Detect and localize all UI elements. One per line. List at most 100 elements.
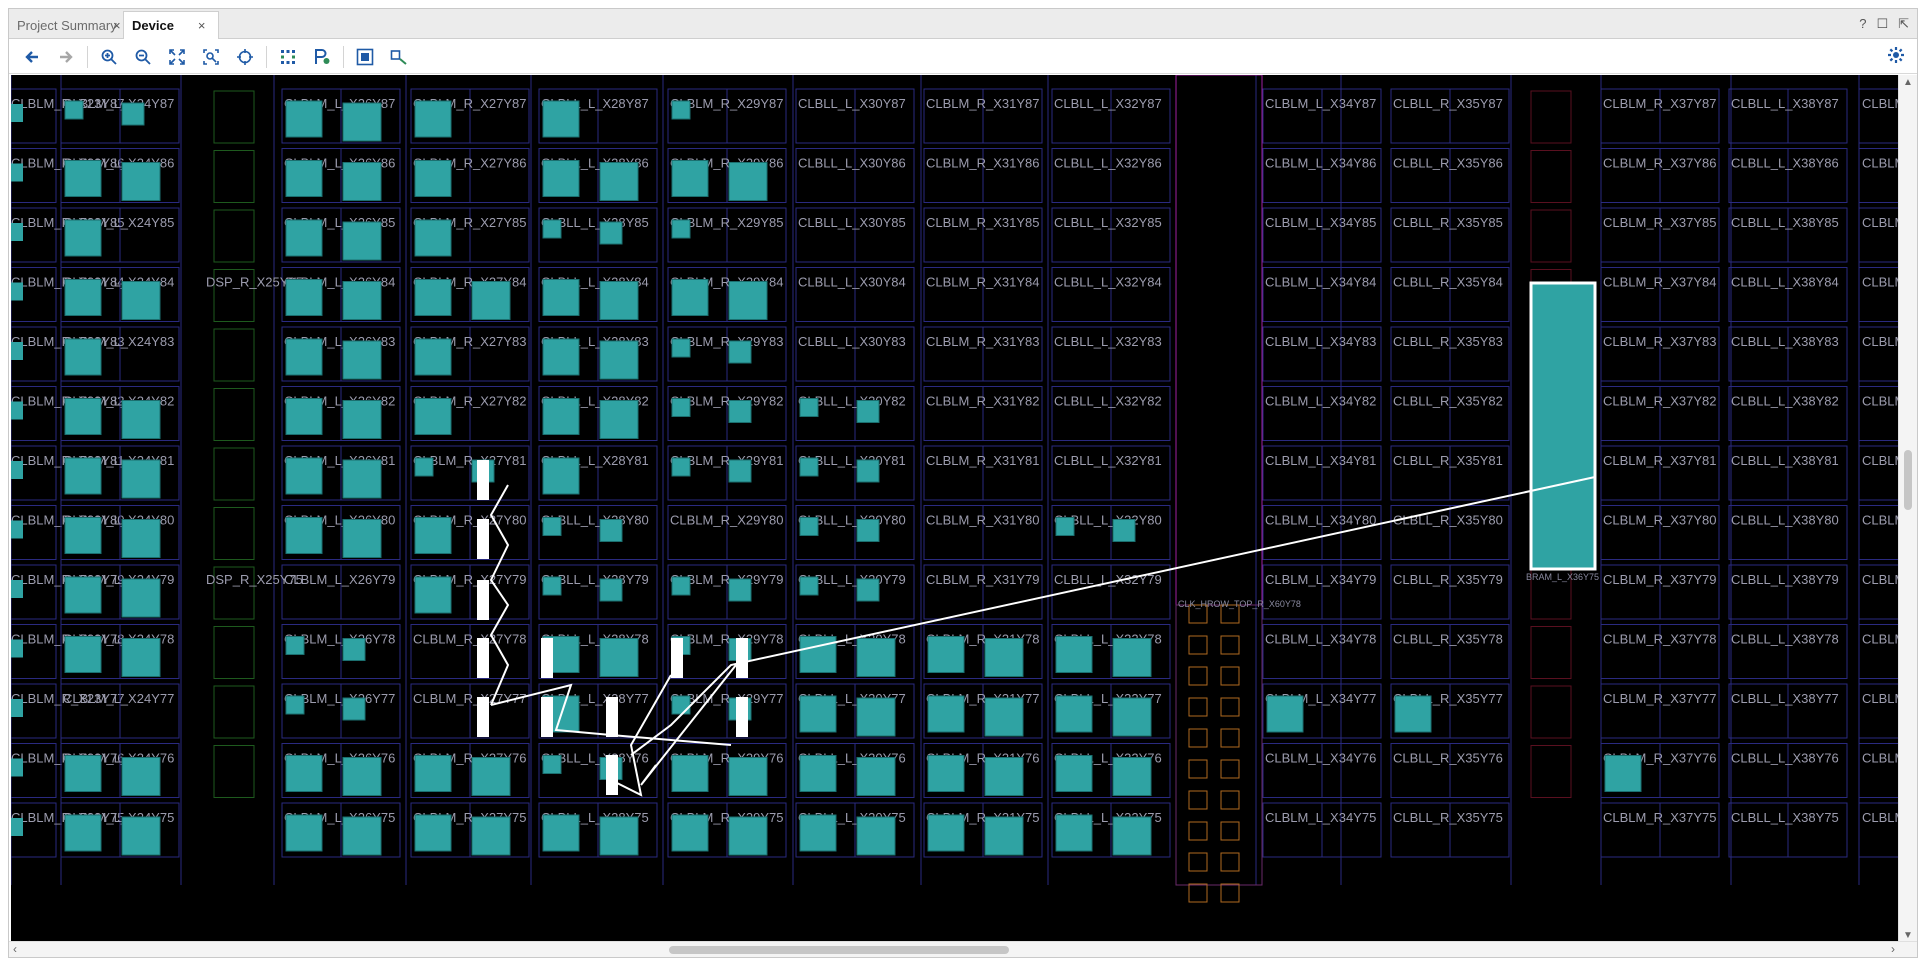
horizontal-scroll-thumb[interactable] bbox=[669, 946, 1009, 954]
placed-cell[interactable] bbox=[927, 636, 965, 673]
placed-cell[interactable] bbox=[64, 219, 102, 257]
placed-cell[interactable] bbox=[342, 400, 382, 439]
placed-cell[interactable] bbox=[984, 757, 1024, 796]
placed-cell[interactable] bbox=[64, 517, 102, 554]
placed-cell[interactable] bbox=[414, 160, 452, 197]
placed-cell[interactable] bbox=[542, 338, 580, 376]
placed-cell[interactable] bbox=[414, 398, 452, 435]
placed-cell[interactable] bbox=[1055, 695, 1093, 733]
placed-cell[interactable] bbox=[121, 816, 161, 856]
placed-cell[interactable] bbox=[728, 400, 752, 423]
placed-cell[interactable] bbox=[599, 638, 639, 677]
placed-cell[interactable] bbox=[11, 520, 23, 539]
placed-cell[interactable] bbox=[64, 576, 102, 614]
placed-cell[interactable] bbox=[121, 519, 161, 558]
placed-cell[interactable] bbox=[927, 814, 965, 852]
tab-device[interactable]: Device × bbox=[123, 11, 219, 39]
placed-cell[interactable] bbox=[799, 517, 819, 536]
placed-cell[interactable] bbox=[414, 457, 434, 477]
placed-cell[interactable] bbox=[927, 695, 965, 733]
placed-cell[interactable] bbox=[64, 755, 102, 792]
placed-cell[interactable] bbox=[11, 401, 23, 420]
placed-cell[interactable] bbox=[856, 816, 896, 856]
zoom-fit-icon[interactable] bbox=[164, 44, 190, 70]
selected-cell[interactable] bbox=[477, 697, 489, 737]
vertical-scrollbar[interactable]: ▲ ▼ bbox=[1898, 75, 1917, 943]
gear-icon[interactable] bbox=[1887, 46, 1905, 64]
placed-cell[interactable] bbox=[11, 163, 23, 182]
placed-cell[interactable] bbox=[11, 639, 23, 658]
placed-cell[interactable] bbox=[599, 400, 639, 439]
placed-cell[interactable] bbox=[671, 814, 709, 852]
placed-cell[interactable] bbox=[728, 281, 768, 320]
placed-cell[interactable] bbox=[121, 162, 161, 201]
placed-cell[interactable] bbox=[121, 459, 161, 499]
scroll-up-icon[interactable]: ▲ bbox=[1903, 77, 1913, 88]
placed-cell[interactable] bbox=[1394, 695, 1432, 733]
placed-cell[interactable] bbox=[671, 338, 691, 358]
placed-cell[interactable] bbox=[342, 697, 366, 721]
placed-cell[interactable] bbox=[285, 279, 323, 316]
placed-cell[interactable] bbox=[342, 757, 382, 796]
placed-cell[interactable] bbox=[856, 459, 880, 483]
placed-cell[interactable] bbox=[1112, 697, 1152, 737]
placed-cell[interactable] bbox=[11, 699, 23, 717]
placed-cell[interactable] bbox=[471, 281, 511, 320]
vertical-scroll-thumb[interactable] bbox=[1904, 450, 1912, 510]
placed-cell[interactable] bbox=[342, 162, 382, 201]
placed-cell[interactable] bbox=[11, 104, 23, 122]
placed-cell[interactable] bbox=[599, 281, 639, 320]
routing-resources-icon[interactable] bbox=[275, 44, 301, 70]
placed-cell[interactable] bbox=[984, 638, 1024, 677]
placed-cell[interactable] bbox=[121, 578, 161, 618]
placed-cell[interactable] bbox=[927, 755, 965, 792]
placed-cell[interactable] bbox=[414, 338, 452, 376]
scroll-left-icon[interactable]: ‹ bbox=[13, 942, 17, 956]
placed-cell[interactable] bbox=[64, 814, 102, 852]
placed-cell[interactable] bbox=[542, 576, 562, 596]
placed-cell[interactable] bbox=[121, 281, 161, 320]
highlight-icon[interactable] bbox=[386, 44, 412, 70]
placed-cell[interactable] bbox=[671, 457, 691, 477]
placed-cell[interactable] bbox=[285, 160, 323, 197]
placed-cell[interactable] bbox=[1055, 755, 1093, 792]
placed-cell[interactable] bbox=[342, 102, 382, 142]
placed-cell[interactable] bbox=[542, 517, 562, 536]
placed-cell[interactable] bbox=[671, 755, 709, 792]
close-icon[interactable]: × bbox=[113, 18, 121, 33]
placed-cell[interactable] bbox=[414, 279, 452, 316]
placed-cell[interactable] bbox=[799, 398, 819, 417]
placed-cell[interactable] bbox=[285, 338, 323, 376]
device-floorplan[interactable]: CLBLM_R_X23Y87CLBLM_L_X24Y87CLBLM_L_X26Y… bbox=[11, 75, 1906, 943]
selected-cell[interactable] bbox=[541, 638, 553, 678]
placed-cell[interactable] bbox=[121, 638, 161, 677]
placed-cell[interactable] bbox=[64, 398, 102, 435]
placed-cell[interactable] bbox=[542, 100, 580, 138]
placed-cell[interactable] bbox=[984, 816, 1024, 856]
placed-cell[interactable] bbox=[64, 160, 102, 197]
placed-cell[interactable] bbox=[799, 695, 837, 733]
restore-icon[interactable]: ☐ bbox=[1876, 16, 1888, 32]
placed-cell[interactable] bbox=[342, 281, 382, 320]
selected-cell[interactable] bbox=[736, 697, 748, 737]
scroll-down-icon[interactable]: ▼ bbox=[1903, 930, 1913, 941]
placed-cell[interactable] bbox=[799, 814, 837, 852]
device-canvas[interactable]: CLBLM_R_X23Y87CLBLM_L_X24Y87CLBLM_L_X26Y… bbox=[11, 75, 1906, 943]
placed-cell[interactable] bbox=[11, 461, 23, 479]
placed-cell[interactable] bbox=[799, 636, 837, 673]
placed-cell[interactable] bbox=[599, 340, 639, 380]
placed-cell[interactable] bbox=[11, 818, 23, 836]
placed-cell[interactable] bbox=[11, 342, 23, 360]
placed-cell[interactable] bbox=[542, 279, 580, 316]
placed-cell[interactable] bbox=[1055, 814, 1093, 852]
settings-gear[interactable] bbox=[1887, 46, 1905, 67]
placed-cell[interactable] bbox=[285, 636, 305, 655]
placed-cell[interactable] bbox=[285, 100, 323, 138]
placed-cell[interactable] bbox=[542, 219, 562, 239]
placed-cell[interactable] bbox=[1055, 636, 1093, 673]
placed-cell[interactable] bbox=[728, 816, 768, 856]
placed-cell[interactable] bbox=[856, 757, 896, 796]
placed-cell[interactable] bbox=[1112, 757, 1152, 796]
zoom-in-icon[interactable] bbox=[96, 44, 122, 70]
placed-cell[interactable] bbox=[285, 755, 323, 792]
